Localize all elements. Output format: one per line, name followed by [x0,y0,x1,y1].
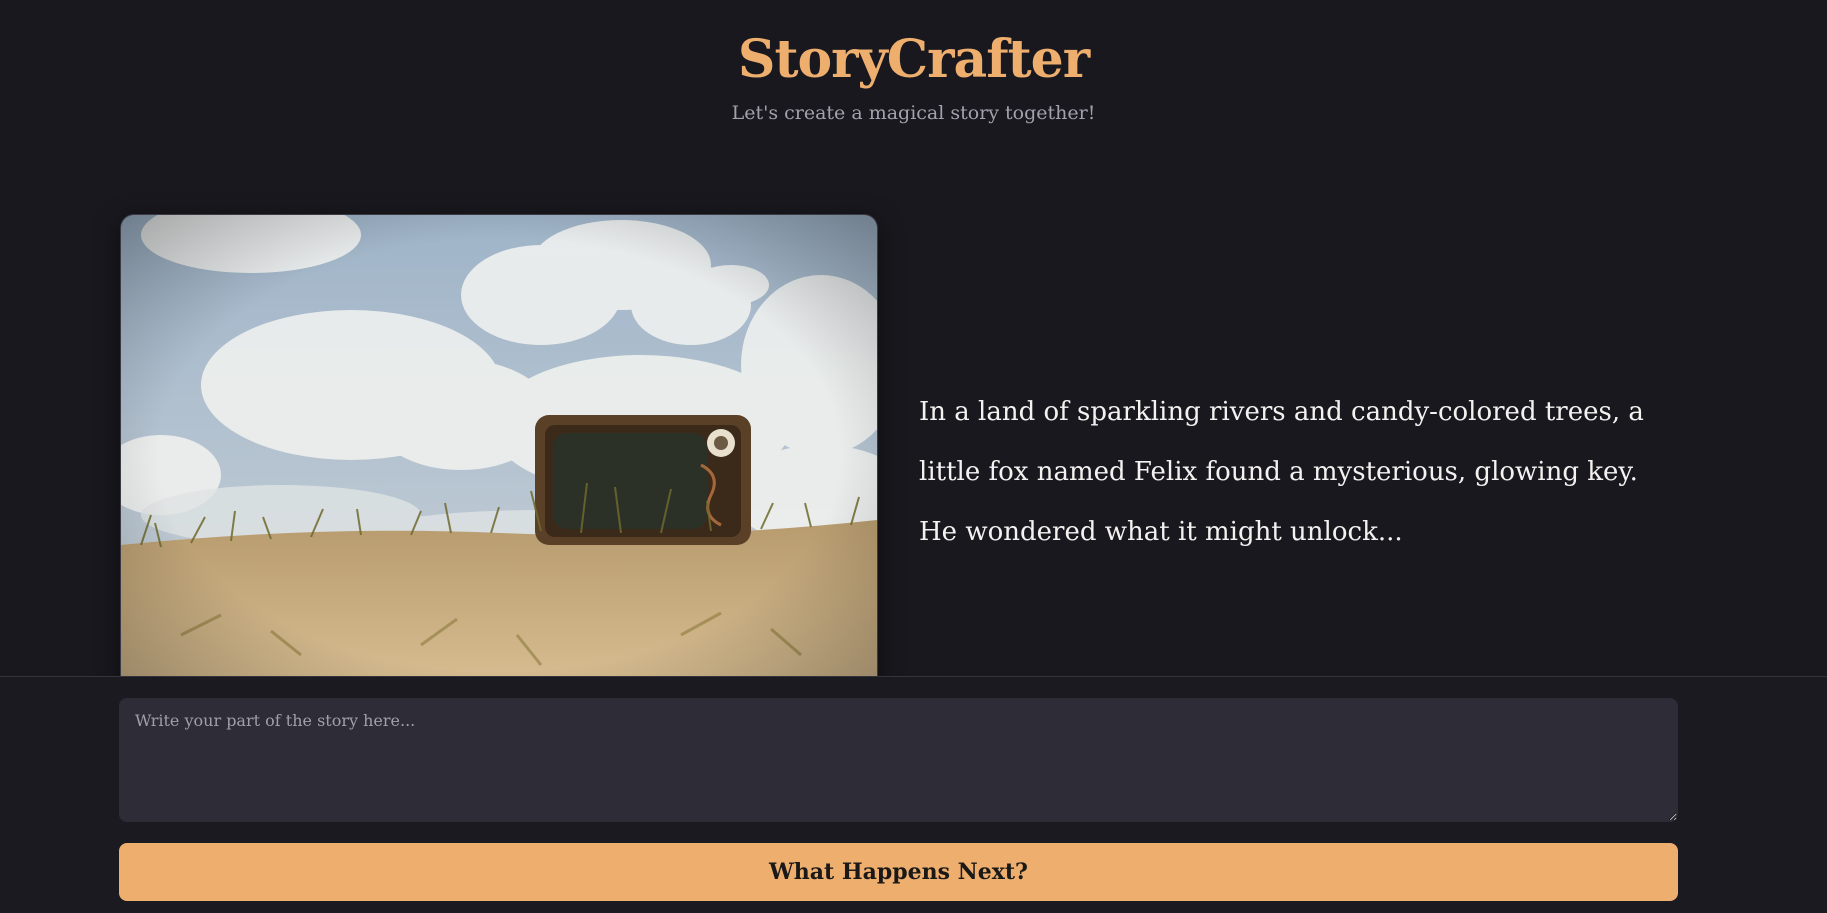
app-title: StoryCrafter [737,29,1090,90]
story-illustration [120,214,878,696]
what-happens-next-button[interactable]: What Happens Next? [119,843,1678,901]
story-text: In a land of sparkling rivers and candy-… [919,397,1644,547]
app-header: StoryCrafter Let's create a magical stor… [0,24,1827,124]
story-section: In a land of sparkling rivers and candy-… [120,214,1680,696]
story-crafter-page: StoryCrafter Let's create a magical stor… [0,0,1827,913]
app-subtitle: Let's create a magical story together! [731,102,1096,124]
story-composer: What Happens Next? [0,676,1827,913]
story-input[interactable] [119,698,1678,822]
